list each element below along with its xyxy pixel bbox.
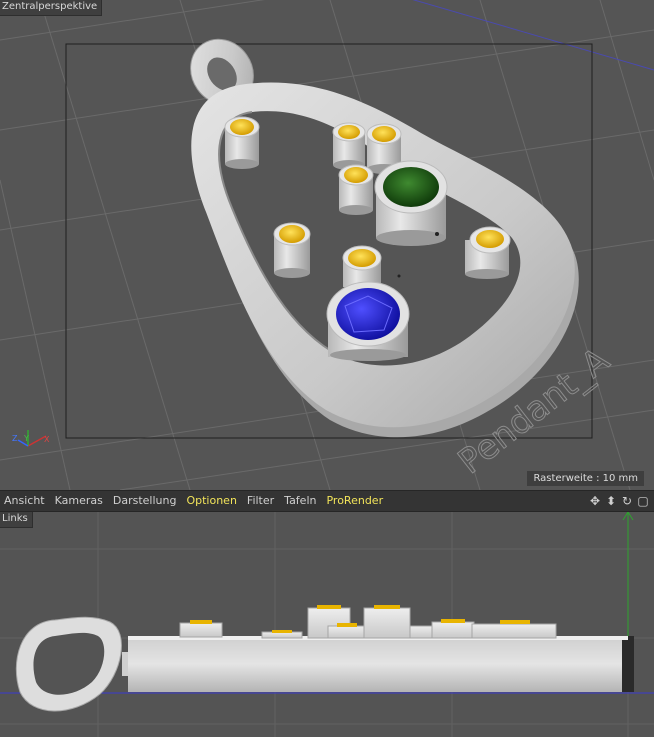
viewport-label-perspective: Zentralperspektive <box>0 0 103 16</box>
viewport-label-left: Links <box>0 512 33 528</box>
perspective-scene: Pendant_A Z Y X <box>0 0 654 490</box>
yellow-gem-setting-6 <box>342 245 382 287</box>
menu-prorender[interactable]: ProRender <box>322 491 389 511</box>
menu-optionen[interactable]: Optionen <box>182 491 242 511</box>
yellow-gem-setting-2 <box>332 122 366 170</box>
pendant-body-profile <box>128 636 628 692</box>
yellow-gem-icon <box>348 249 376 267</box>
maximize-icon[interactable]: ▢ <box>636 492 650 510</box>
down-arrow-icon[interactable]: ⬍ <box>604 492 618 510</box>
left-viewport[interactable]: Links <box>0 512 654 737</box>
yellow-gem-icon <box>230 119 254 135</box>
perspective-viewport[interactable]: Pendant_A Z Y X Zentralperspektive Raste… <box>0 0 654 490</box>
axis-y-label: Y <box>23 434 29 443</box>
menu-kameras[interactable]: Kameras <box>51 491 109 511</box>
bail-profile <box>15 616 122 712</box>
menu-ansicht[interactable]: Ansicht <box>0 491 51 511</box>
menu-darstellung[interactable]: Darstellung <box>109 491 183 511</box>
yellow-gem-icon <box>372 126 396 142</box>
yellow-gem-icon <box>344 167 368 183</box>
menu-tafeln[interactable]: Tafeln <box>280 491 322 511</box>
grid-spacing-info: Rasterweite : 10 mm <box>527 471 644 486</box>
yellow-gem-icon <box>476 230 504 248</box>
yellow-gem-setting-5 <box>273 222 311 278</box>
left-scene <box>0 512 654 737</box>
axis-gizmo: Z Y X <box>12 430 50 447</box>
move-icon[interactable]: ✥ <box>588 492 602 510</box>
rotate-icon[interactable]: ↻ <box>620 492 634 510</box>
menu-filter[interactable]: Filter <box>243 491 280 511</box>
yellow-gem-icon <box>338 125 360 139</box>
green-gem-icon <box>383 167 439 207</box>
viewport-menubar: Ansicht Kameras Darstellung Optionen Fil… <box>0 490 654 512</box>
yellow-gem-setting-7 <box>465 226 511 279</box>
yellow-gem-setting-1 <box>224 116 260 169</box>
axis-line-blue <box>412 0 654 71</box>
axis-z-label: Z <box>12 434 18 443</box>
yellow-gem-setting-4 <box>338 164 374 215</box>
settings-profile <box>179 605 557 639</box>
blue-gem-setting <box>326 281 410 361</box>
yellow-gem-icon <box>279 225 305 243</box>
axis-x-label: X <box>44 435 50 444</box>
